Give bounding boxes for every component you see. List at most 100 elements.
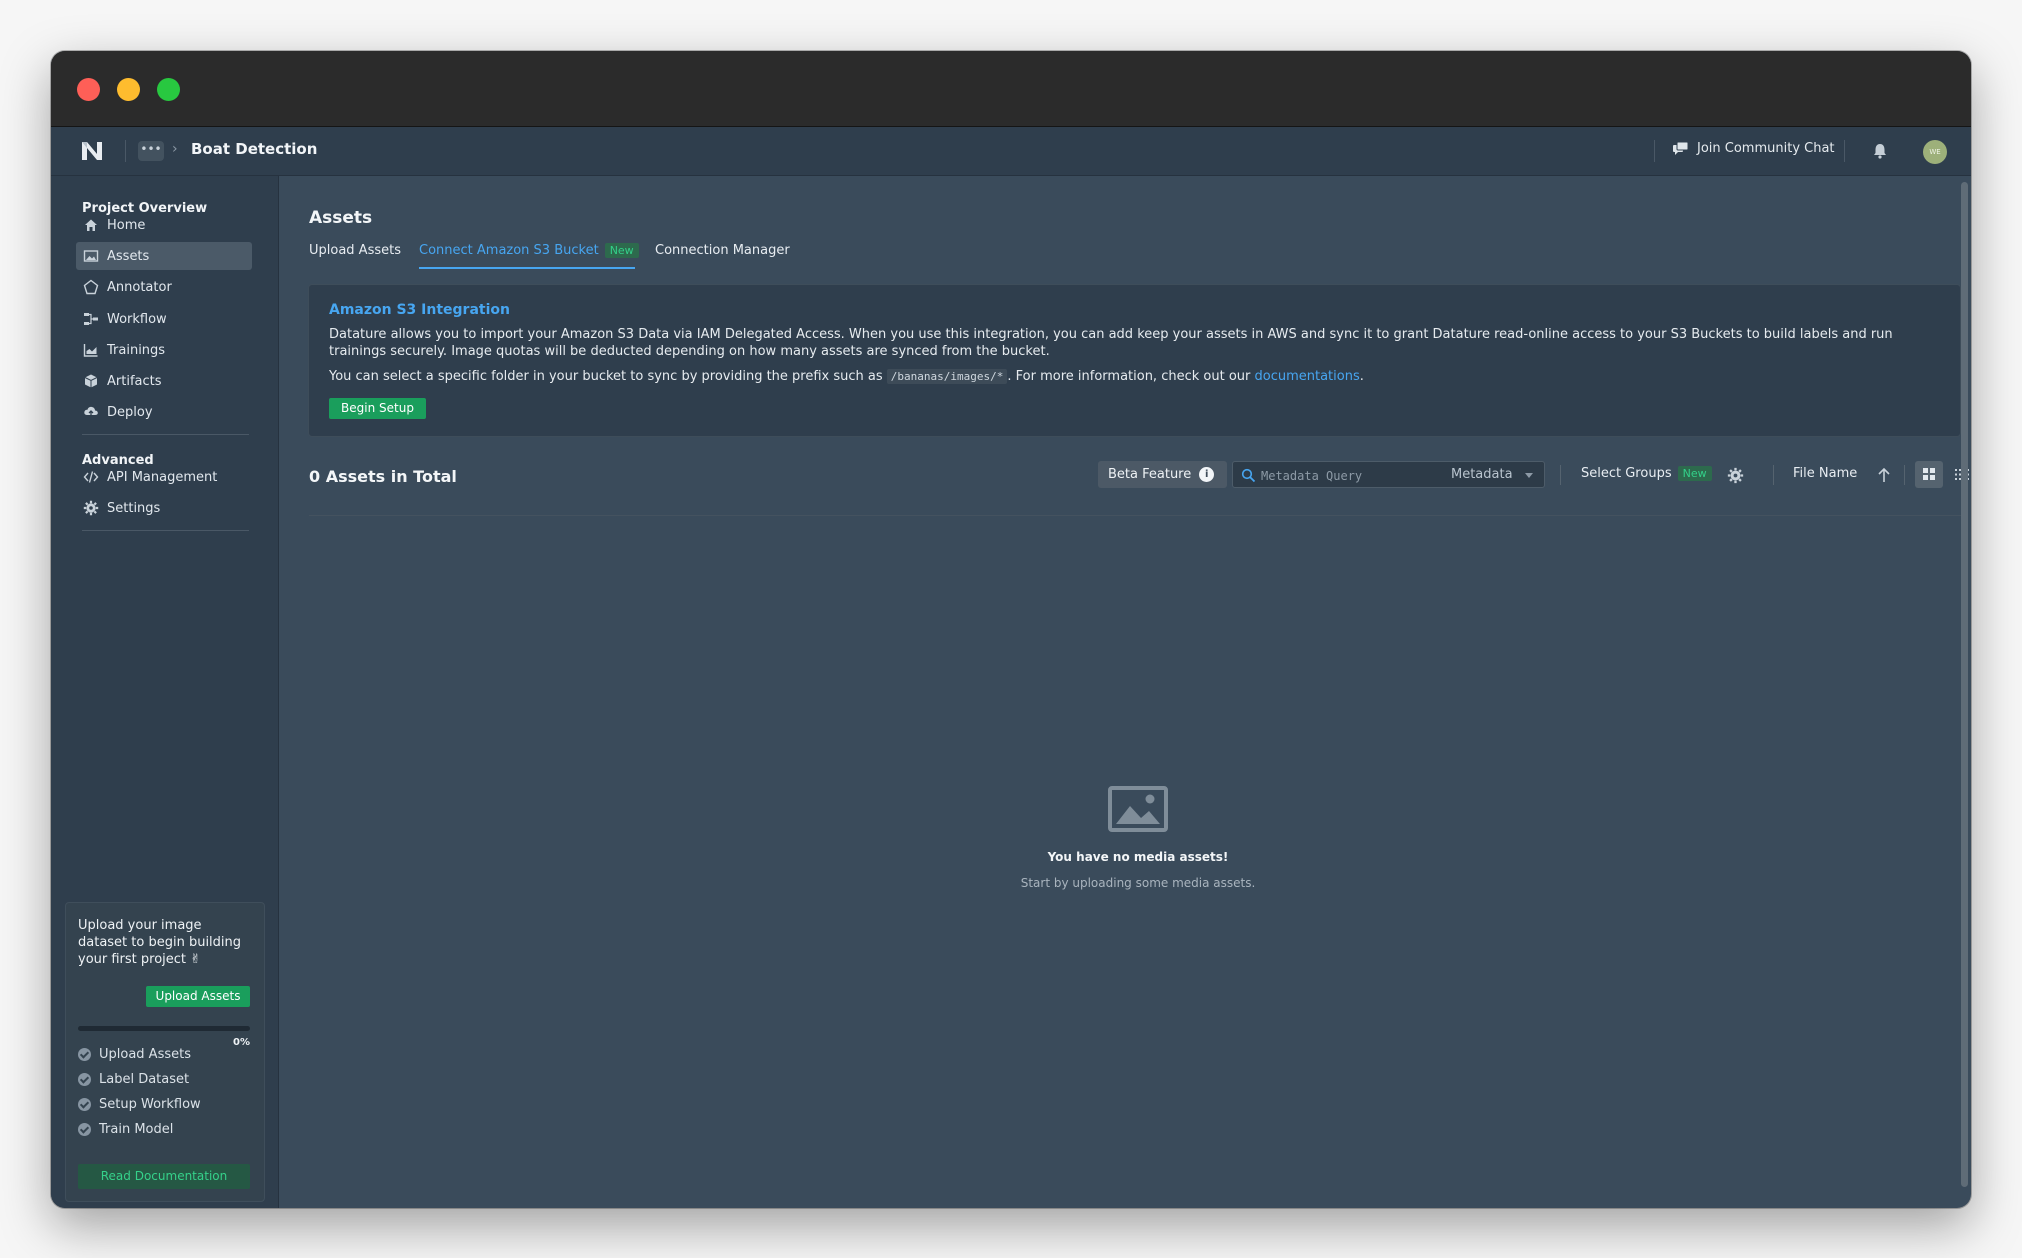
documentations-link[interactable]: documentations [1255,369,1360,384]
tab-connect-amazon-s3-bucket[interactable]: Connect Amazon S3 Bucket New [419,243,639,258]
hint-text: . For more information, check out our [1007,369,1251,384]
topbar-divider [1844,140,1845,162]
chat-icon [1673,141,1689,155]
deploy-icon [84,406,98,418]
sidebar-item-label: Settings [107,500,161,516]
grid-icon [1923,468,1935,480]
main-scrollbar[interactable] [1961,182,1968,1187]
breadcrumb-more-button[interactable]: ••• [138,141,164,161]
onboarding-step: Train Model [78,1122,173,1137]
new-badge: New [604,243,639,258]
user-avatar[interactable]: WE [1923,140,1947,164]
gear-icon[interactable] [1727,467,1744,484]
s3-integration-description: Datature allows you to import your Amazo… [329,327,1893,359]
minimize-window-button[interactable] [117,78,140,101]
chevron-right-icon: › [172,141,178,157]
step-label: Label Dataset [99,1072,190,1087]
sort-ascending-icon[interactable] [1877,467,1891,483]
sidebar-item-workflow[interactable]: Workflow [76,305,252,333]
prefix-example: /bananas/images/* [886,369,1008,384]
top-navigation-bar: ••• › Boat Detection Join Community Chat… [51,127,1971,176]
empty-state-title: You have no media assets! [1047,850,1229,864]
page-title: Assets [309,208,373,228]
sidebar-item-label: API Management [107,469,218,485]
maximize-window-button[interactable] [157,78,180,101]
tab-upload-assets[interactable]: Upload Assets [309,243,401,258]
sidebar-item-label: Artifacts [107,373,162,389]
metadata-select[interactable]: Metadata [1451,467,1513,482]
datature-logo-icon[interactable] [81,141,103,161]
tab-label: Connect Amazon S3 Bucket [419,243,599,258]
begin-setup-button[interactable]: Begin Setup [329,398,426,419]
project-title: Boat Detection [191,140,318,158]
sidebar-item-label: Assets [107,248,150,264]
sidebar-item-artifacts[interactable]: Artifacts [76,367,252,395]
s3-integration-panel: Amazon S3 Integration Datature allows yo… [308,284,1961,437]
gear-icon [83,500,99,516]
sidebar-item-label: Home [107,217,146,233]
s3-integration-title: Amazon S3 Integration [329,302,510,318]
onboarding-text: Upload your image dataset to begin build… [78,918,242,967]
image-icon [83,250,99,262]
new-badge: New [1677,466,1712,481]
onboarding-step: Upload Assets [78,1047,191,1062]
sidebar-item-assets[interactable]: Assets [76,242,252,270]
bell-icon[interactable] [1871,142,1889,160]
window-titlebar [51,51,1971,127]
grid-view-button[interactable] [1915,461,1943,488]
select-groups-button[interactable]: Select Groups New [1581,466,1712,481]
sidebar-item-trainings[interactable]: Trainings [76,336,252,364]
sidebar-divider [82,434,249,435]
step-label: Train Model [99,1122,174,1137]
toolbar-divider [1560,465,1561,485]
active-tab-indicator [419,267,635,269]
select-groups-label: Select Groups [1581,466,1672,481]
check-circle-icon [78,1073,91,1086]
sidebar-item-label: Trainings [107,342,166,358]
tab-connection-manager[interactable]: Connection Manager [655,243,790,258]
app-window: ••• › Boat Detection Join Community Chat… [51,51,1971,1208]
sidebar-item-api-management[interactable]: API Management [76,463,252,491]
join-community-chat-button[interactable]: Join Community Chat [1673,141,1835,156]
workflow-icon [84,313,98,325]
beta-feature-badge[interactable]: Beta Feature i [1098,461,1227,488]
toolbar-divider [1904,465,1905,485]
topbar-divider [125,140,126,162]
info-icon: i [1199,467,1215,482]
empty-image-icon [1108,786,1168,832]
hint-text: You can select a specific folder in your… [329,369,883,384]
check-circle-icon [78,1123,91,1136]
empty-state-subtitle: Start by uploading some media assets. [1020,876,1256,890]
annotator-icon [83,279,99,295]
code-icon [83,471,99,483]
metadata-query-input[interactable] [1261,467,1441,484]
beta-feature-label: Beta Feature [1108,467,1192,482]
onboarding-card: Upload your image dataset to begin build… [65,902,265,1202]
sidebar: Project Overview Home Assets Annotator W… [51,176,279,1208]
upload-assets-button[interactable]: Upload Assets [146,986,250,1007]
sidebar-item-home[interactable]: Home [76,211,252,239]
progress-percent: 0% [233,1037,250,1048]
search-icon [1241,468,1256,483]
close-window-button[interactable] [77,78,100,101]
toolbar-divider-line [309,515,1961,516]
read-documentation-button[interactable]: Read Documentation [78,1164,250,1189]
sidebar-item-deploy[interactable]: Deploy [76,398,252,426]
onboarding-step: Label Dataset [78,1072,189,1087]
join-community-chat-label: Join Community Chat [1697,141,1835,156]
metadata-query-box: Metadata [1232,461,1545,488]
main-content: Assets Upload Assets Connect Amazon S3 B… [279,176,1971,1208]
home-icon [85,219,97,231]
s3-prefix-hint: You can select a specific folder in your… [329,369,1364,384]
check-circle-icon [78,1098,91,1111]
step-label: Upload Assets [99,1047,191,1062]
assets-count: 0 Assets in Total [309,467,457,486]
sidebar-item-annotator[interactable]: Annotator [76,273,252,301]
chevron-down-icon [1525,473,1533,478]
sidebar-item-settings[interactable]: Settings [76,494,252,522]
sidebar-item-label: Workflow [107,311,167,327]
onboarding-step: Setup Workflow [78,1097,201,1112]
sort-field-select[interactable]: File Name [1793,466,1857,481]
toolbar-divider [1773,465,1774,485]
chart-icon [83,344,98,357]
